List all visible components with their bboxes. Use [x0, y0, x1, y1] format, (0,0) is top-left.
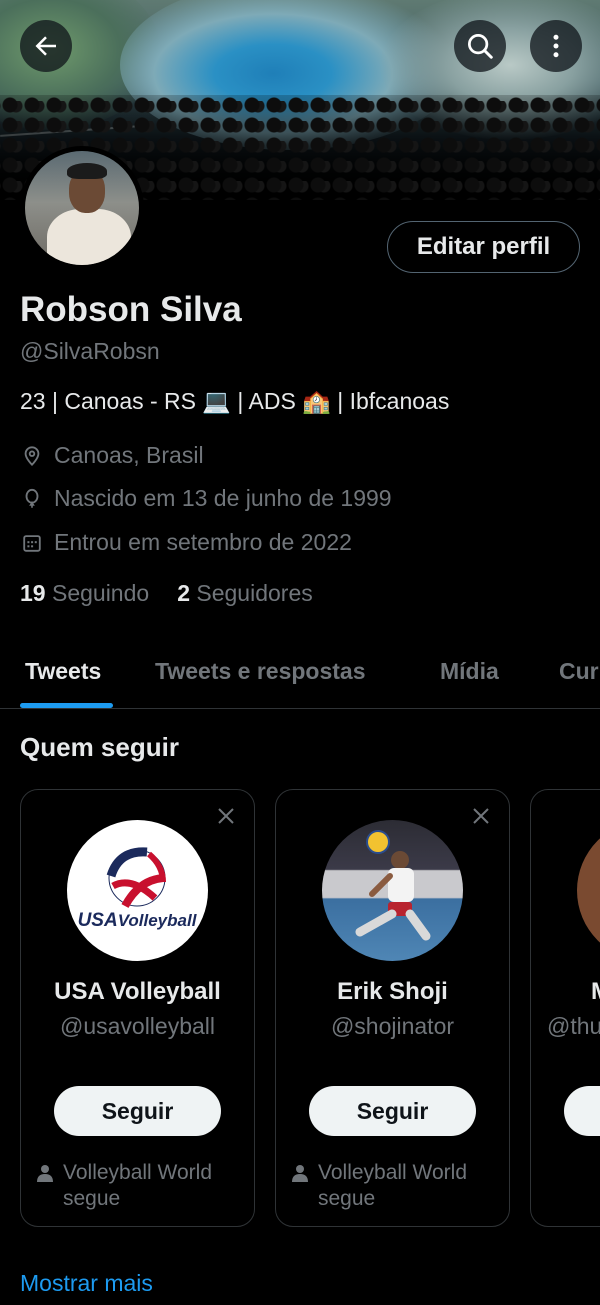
person-icon	[37, 1160, 57, 1186]
location-pin-icon	[20, 444, 44, 468]
social-context: Volleyball World segue	[37, 1160, 212, 1212]
person-icon	[292, 1160, 312, 1186]
usa-volleyball-logo[interactable]: USAVolleyball	[67, 820, 208, 961]
follow-button[interactable]	[564, 1086, 600, 1136]
search-button[interactable]	[454, 20, 506, 72]
followers-count: 2	[177, 580, 190, 606]
profile-name: Robson Silva	[20, 290, 242, 329]
erik-shoji-avatar[interactable]	[322, 820, 463, 961]
card-avatar[interactable]	[577, 820, 600, 961]
who-to-follow-title: Quem seguir	[20, 732, 179, 762]
profile-birthday: Nascido em 13 de junho de 1999	[20, 485, 392, 512]
follow-card[interactable]: Erik Shoji @shojinator Seguir Volleyball…	[275, 789, 510, 1227]
follow-card[interactable]: M @thu	[530, 789, 600, 1227]
profile-avatar[interactable]	[20, 146, 144, 270]
followers-link[interactable]: 2 Seguidores	[177, 580, 313, 607]
avatar-photo	[25, 151, 139, 265]
card-name[interactable]: Erik Shoji	[276, 978, 509, 1006]
following-link[interactable]: 19 Seguindo	[20, 580, 149, 607]
profile-bio: 23 | Canoas - RS 💻 | ADS 🏫 | Ibfcanoas	[20, 388, 450, 414]
card-handle: @shojinator	[330, 1013, 455, 1039]
followers-label: Seguidores	[196, 580, 313, 606]
profile-location: Canoas, Brasil	[20, 442, 204, 469]
follow-button[interactable]: Seguir	[309, 1086, 476, 1136]
show-more-link[interactable]: Mostrar mais	[20, 1270, 153, 1297]
profile-tabs: Tweets Tweets e respostas Mídia Cur	[0, 632, 600, 709]
back-button[interactable]	[20, 20, 72, 72]
social-context: Volleyball World segue	[292, 1160, 467, 1212]
close-icon[interactable]	[214, 804, 238, 828]
arrow-left-icon	[35, 36, 56, 56]
who-to-follow-carousel[interactable]: USAVolleyball USA Volleyball @usavolleyb…	[0, 789, 600, 1229]
birthday-text: Nascido em 13 de junho de 1999	[54, 485, 392, 511]
social-context-line1: Volleyball World	[318, 1161, 468, 1184]
close-icon[interactable]	[469, 804, 493, 828]
card-handle: @usavolleyball	[59, 1013, 216, 1039]
more-vertical-icon	[553, 34, 559, 58]
svg-text:USAVolleyball: USAVolleyball	[78, 910, 198, 931]
more-button[interactable]	[530, 20, 582, 72]
card-name[interactable]: USA Volleyball	[21, 978, 254, 1006]
card-name[interactable]: M	[591, 978, 600, 1006]
follow-card[interactable]: USAVolleyball USA Volleyball @usavolleyb…	[20, 789, 255, 1227]
tab-tweets-and-replies[interactable]: Tweets e respostas	[155, 658, 366, 685]
tab-media[interactable]: Mídia	[440, 658, 499, 685]
follow-stats: 19 Seguindo 2 Seguidores	[20, 580, 313, 607]
search-icon	[468, 34, 493, 59]
card-handle: @thu	[547, 1013, 600, 1039]
social-context-line2: segue	[318, 1187, 376, 1210]
profile-handle: @SilvaRobsn	[20, 338, 160, 364]
edit-profile-button[interactable]: Editar perfil	[387, 221, 580, 273]
follow-button[interactable]: Seguir	[54, 1086, 221, 1136]
calendar-icon	[20, 531, 44, 555]
active-tab-indicator	[20, 703, 113, 708]
following-count: 19	[20, 580, 46, 606]
following-label: Seguindo	[51, 580, 150, 606]
tab-curtidas[interactable]: Cur	[559, 658, 599, 685]
joined-text: Entrou em setembro de 2022	[54, 529, 352, 555]
social-context-line2: segue	[63, 1187, 121, 1210]
balloon-icon	[20, 487, 44, 511]
profile-joined: Entrou em setembro de 2022	[20, 529, 352, 556]
location-text: Canoas, Brasil	[54, 442, 204, 468]
tab-tweets[interactable]: Tweets	[25, 658, 101, 685]
social-context-line1: Volleyball World	[63, 1161, 213, 1184]
